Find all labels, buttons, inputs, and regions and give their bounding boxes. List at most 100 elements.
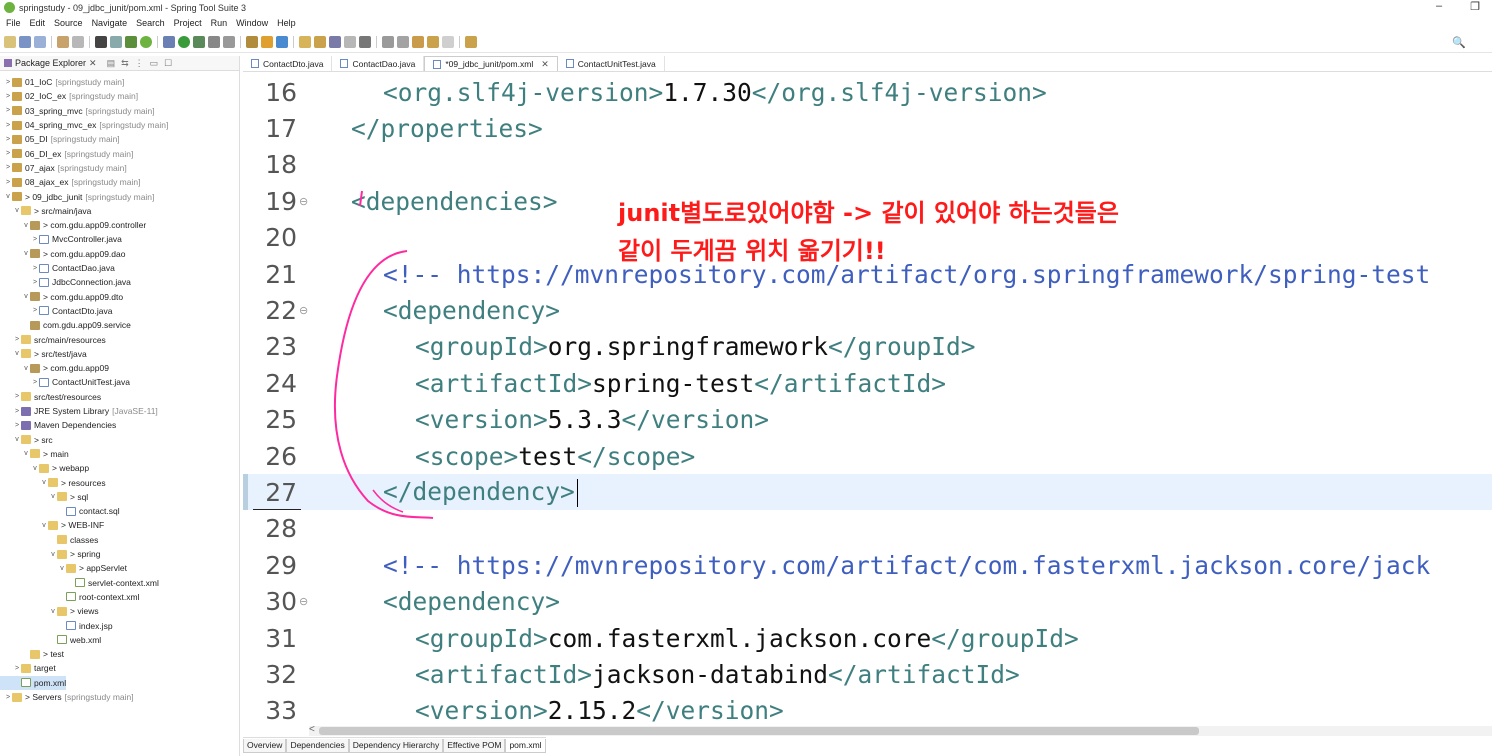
annotation-icon[interactable] — [344, 35, 356, 48]
open-type-icon[interactable] — [57, 35, 69, 48]
menu-run[interactable]: Run — [211, 18, 228, 28]
tree-item[interactable]: v > webapp — [0, 461, 89, 475]
expanded-twisty-icon[interactable]: v — [13, 350, 21, 357]
tree-item[interactable]: v > 09_jdbc_junit [springstudy main] — [0, 189, 154, 203]
collapsed-twisty-icon[interactable]: > — [13, 408, 21, 415]
debug-icon[interactable] — [163, 35, 175, 48]
page-tab-effective-pom[interactable]: Effective POM — [443, 738, 506, 753]
tree-item[interactable]: servlet-context.xml — [0, 576, 159, 590]
tree-item[interactable]: v > spring — [0, 547, 100, 561]
new-java-project-icon[interactable] — [246, 35, 258, 48]
maximize-view-icon[interactable]: ☐ — [164, 58, 172, 69]
globe-icon[interactable] — [359, 35, 371, 48]
tree-item[interactable]: v > src — [0, 433, 52, 447]
tree-item[interactable]: > ContactUnitTest.java — [0, 375, 130, 389]
collapsed-twisty-icon[interactable]: > — [4, 179, 12, 186]
page-tab-dependency-hierarchy[interactable]: Dependency Hierarchy — [348, 738, 444, 753]
restore-button[interactable]: ❐ — [1470, 0, 1480, 13]
stop-icon[interactable] — [223, 35, 235, 48]
expanded-twisty-icon[interactable]: v — [49, 493, 57, 500]
tree-item[interactable]: > > Servers [springstudy main] — [0, 690, 134, 704]
tree-item[interactable]: v > com.gdu.app09.dto — [0, 290, 123, 304]
link-with-editor-icon[interactable]: ⇆ — [121, 58, 129, 69]
forward-icon[interactable] — [442, 35, 454, 48]
expanded-twisty-icon[interactable]: v — [40, 522, 48, 529]
fold-icon[interactable]: ⊖ — [299, 595, 309, 608]
previous-annotation-icon[interactable] — [397, 35, 409, 48]
collapsed-twisty-icon[interactable]: > — [31, 307, 39, 314]
search-icon[interactable]: 🔍 — [1452, 36, 1466, 49]
package-explorer-tab[interactable]: Package Explorer ✕ — [4, 58, 97, 69]
tree-item[interactable]: root-context.xml — [0, 590, 139, 604]
expanded-twisty-icon[interactable]: v — [13, 207, 21, 214]
menu-navigate[interactable]: Navigate — [92, 18, 128, 28]
menu-edit[interactable]: Edit — [30, 18, 46, 28]
expanded-twisty-icon[interactable]: v — [31, 465, 39, 472]
menu-help[interactable]: Help — [277, 18, 296, 28]
tree-item[interactable]: v > sql — [0, 490, 88, 504]
collapsed-twisty-icon[interactable]: > — [31, 265, 39, 272]
expanded-twisty-icon[interactable]: v — [49, 551, 57, 558]
tree-item[interactable]: v > WEB-INF — [0, 518, 104, 532]
tree-item[interactable]: > JdbcConnection.java — [0, 275, 131, 289]
minimize-button[interactable]: – — [1436, 0, 1442, 13]
new-class-icon[interactable] — [276, 35, 288, 48]
collapsed-twisty-icon[interactable]: > — [4, 79, 12, 86]
save-all-icon[interactable] — [34, 35, 46, 48]
collapsed-twisty-icon[interactable]: > — [31, 279, 39, 286]
scroll-left-icon[interactable]: < — [309, 724, 315, 735]
collapsed-twisty-icon[interactable]: > — [31, 236, 39, 243]
editor-tab[interactable]: ContactDto.java — [243, 56, 333, 71]
page-tab-pom-xml[interactable]: pom.xml — [505, 738, 546, 753]
fold-icon[interactable]: ⊖ — [299, 195, 309, 208]
page-tab-dependencies[interactable]: Dependencies — [286, 738, 349, 753]
editor-tab[interactable]: ContactDao.java — [332, 56, 425, 71]
collapsed-twisty-icon[interactable]: > — [4, 164, 12, 171]
external-tools-icon[interactable] — [208, 35, 220, 48]
tree-item[interactable]: > src/main/resources — [0, 332, 106, 346]
back-icon[interactable] — [427, 35, 439, 48]
tree-item[interactable]: >02_IoC_ex [springstudy main] — [0, 89, 138, 103]
expanded-twisty-icon[interactable]: v — [40, 479, 48, 486]
tree-item[interactable]: > src/test/resources — [0, 390, 101, 404]
menu-file[interactable]: File — [6, 18, 21, 28]
collapsed-twisty-icon[interactable]: > — [13, 336, 21, 343]
collapsed-twisty-icon[interactable]: > — [4, 122, 12, 129]
collapsed-twisty-icon[interactable]: > — [13, 393, 21, 400]
horizontal-scrollbar[interactable]: < — [309, 724, 1492, 736]
collapsed-twisty-icon[interactable]: > — [4, 107, 12, 114]
tree-item[interactable]: v > src/main/java — [0, 204, 91, 218]
expanded-twisty-icon[interactable]: v — [13, 436, 21, 443]
collapsed-twisty-icon[interactable]: > — [4, 150, 12, 157]
tree-item[interactable]: com.gdu.app09.service — [0, 318, 131, 332]
pin-editor-icon[interactable] — [465, 35, 477, 48]
tree-item[interactable]: contact.sql — [0, 504, 120, 518]
tree-item[interactable]: > test — [0, 647, 64, 661]
collapsed-twisty-icon[interactable]: > — [4, 136, 12, 143]
tree-item[interactable]: >07_ajax [springstudy main] — [0, 161, 127, 175]
tree-item[interactable]: > target — [0, 661, 56, 675]
menu-window[interactable]: Window — [236, 18, 268, 28]
tree-item[interactable]: index.jsp — [0, 618, 113, 632]
tree-item[interactable]: >01_IoC [springstudy main] — [0, 75, 124, 89]
tree-item[interactable]: pom.xml — [0, 675, 67, 690]
pen-icon[interactable] — [329, 35, 341, 48]
collapsed-twisty-icon[interactable]: > — [13, 665, 21, 672]
expanded-twisty-icon[interactable]: v — [22, 365, 30, 372]
expanded-twisty-icon[interactable]: v — [22, 250, 30, 257]
tree-item[interactable]: > ContactDto.java — [0, 304, 113, 318]
menu-search[interactable]: Search — [136, 18, 165, 28]
tree-item[interactable]: >06_DI_ex [springstudy main] — [0, 147, 133, 161]
expanded-twisty-icon[interactable]: v — [22, 293, 30, 300]
tree-item[interactable]: > ContactDao.java — [0, 261, 115, 275]
tree-item[interactable]: v > com.gdu.app09.dao — [0, 247, 125, 261]
open-folder-icon[interactable] — [299, 35, 311, 48]
scrollbar-thumb[interactable] — [319, 727, 1199, 735]
tree-item[interactable]: >03_spring_mvc [springstudy main] — [0, 104, 155, 118]
tree-item[interactable]: v > appServlet — [0, 561, 127, 575]
spring-icon[interactable] — [140, 35, 152, 48]
tree-item[interactable]: > MvcController.java — [0, 232, 122, 246]
expanded-twisty-icon[interactable]: v — [49, 608, 57, 615]
tree-item[interactable]: web.xml — [0, 633, 101, 647]
tree-item[interactable]: v > views — [0, 604, 98, 618]
